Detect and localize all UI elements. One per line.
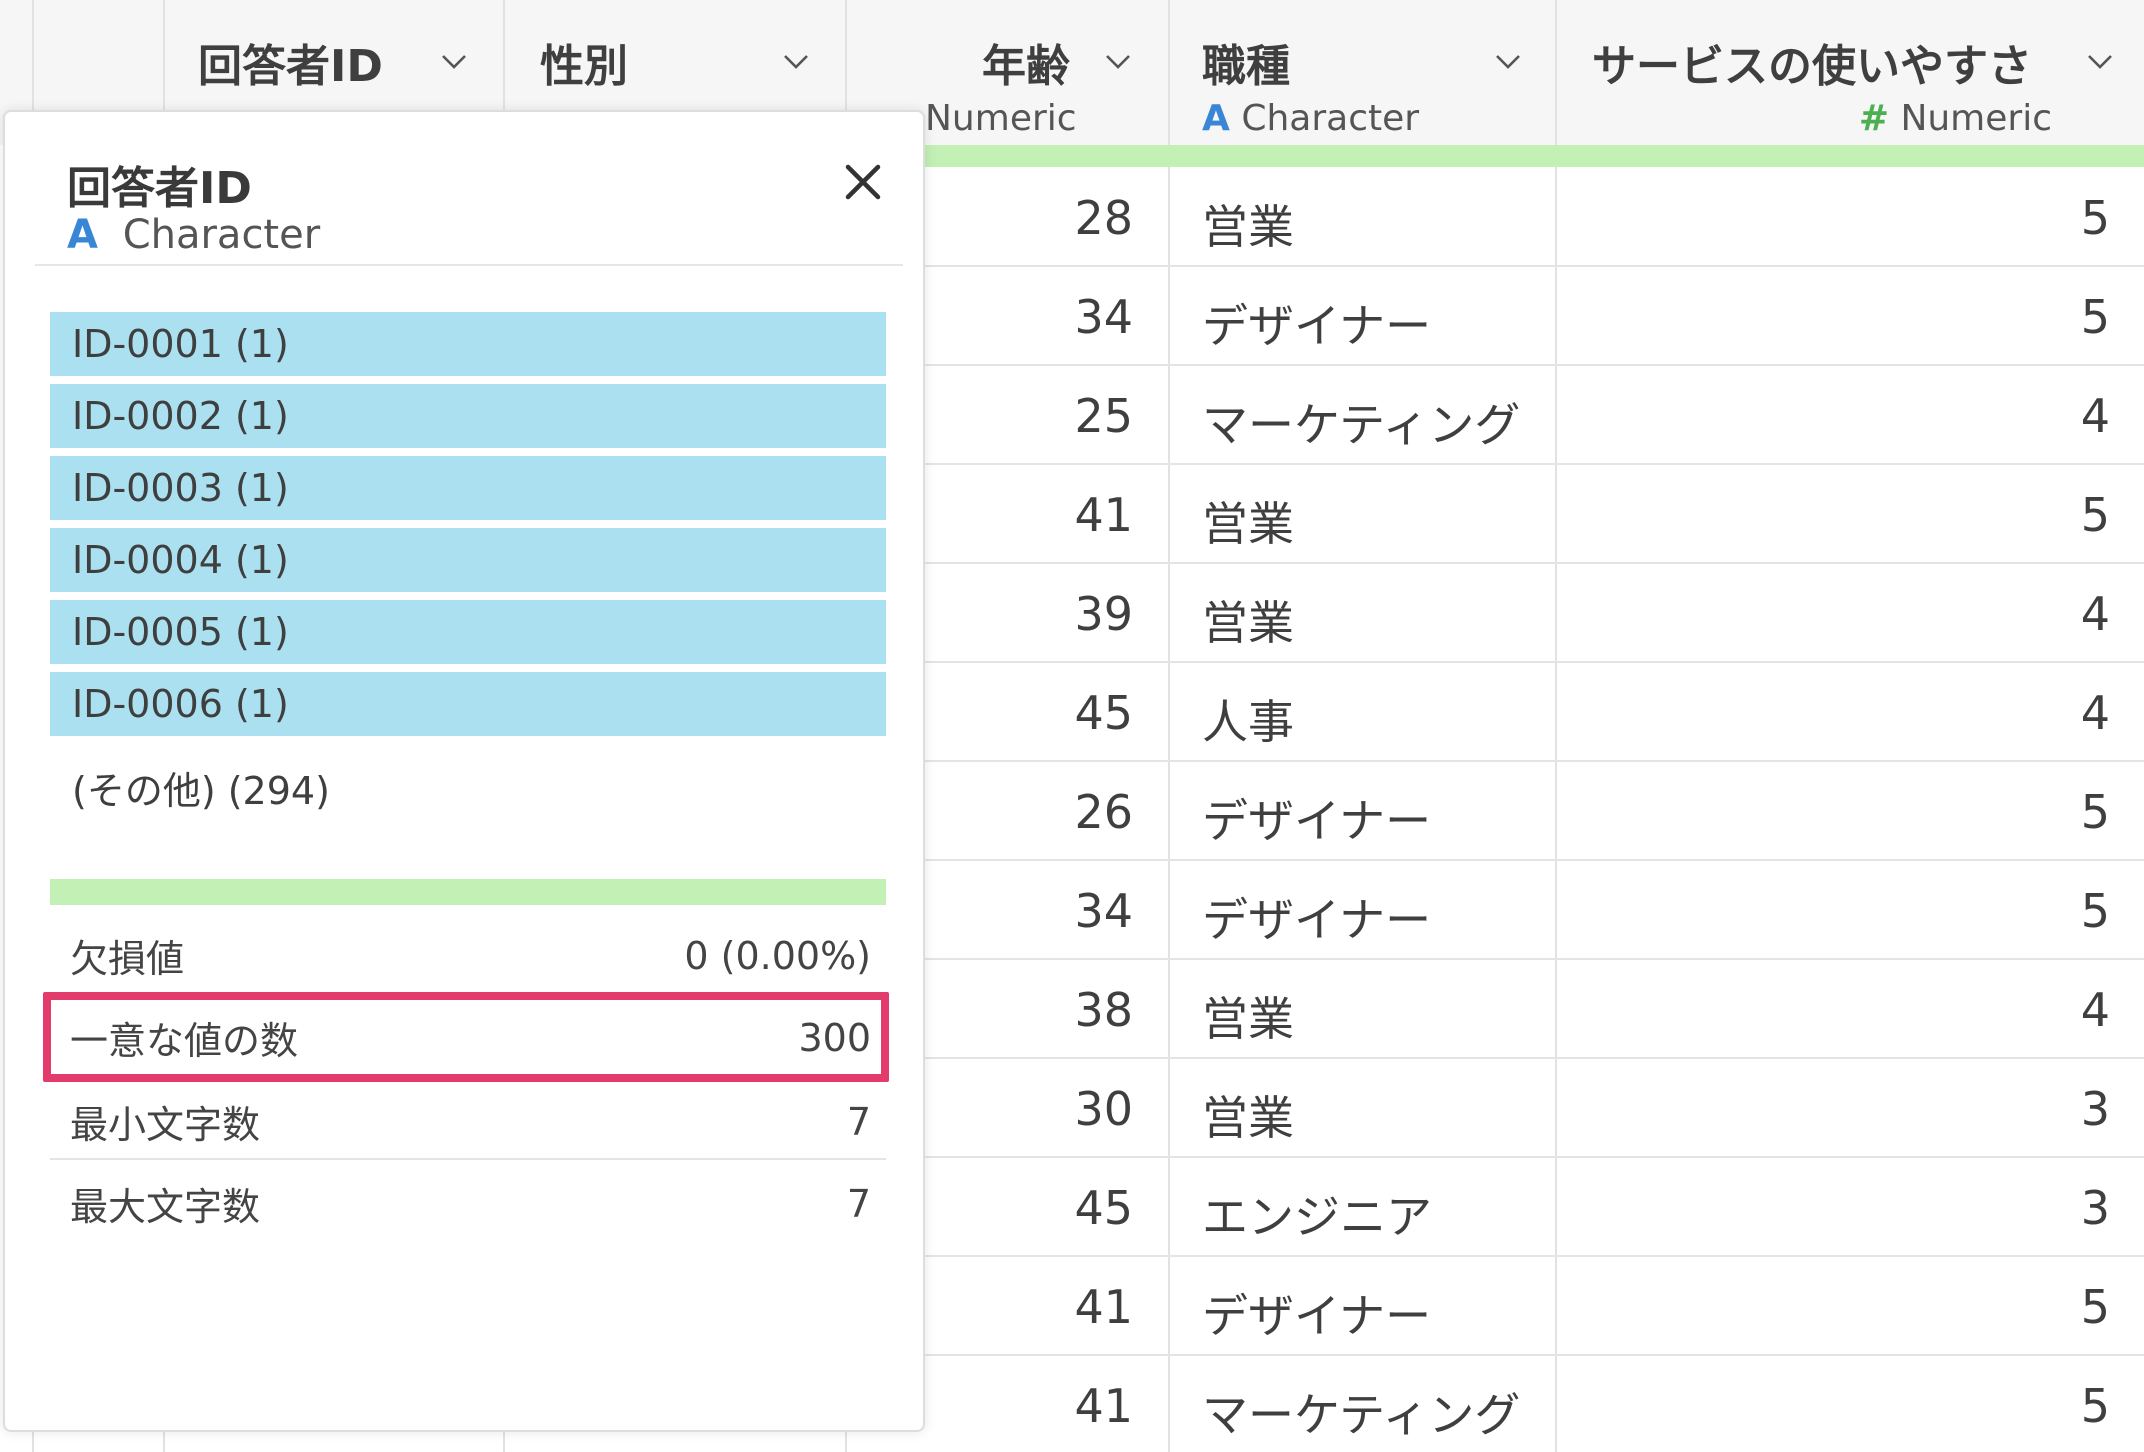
column-summary-panel: 回答者ID A Character ID-0001 (1) ID-0002 (1…	[3, 110, 925, 1432]
chevron-down-icon[interactable]	[441, 48, 467, 74]
cell-job[interactable]: 営業	[1202, 983, 1294, 1049]
cell-ease-of-use[interactable]: 4	[2081, 389, 2110, 443]
cell-ease-of-use[interactable]: 3	[2081, 1181, 2110, 1235]
column-type-label: Character	[1241, 98, 1420, 139]
value-frequency-bar[interactable]: ID-0006 (1)	[50, 672, 886, 736]
chevron-down-icon[interactable]	[783, 48, 809, 74]
cell-job[interactable]: マーケティング	[1202, 1379, 1520, 1445]
value-frequency-bar[interactable]: ID-0002 (1)	[50, 384, 886, 448]
column-name: サービスの使いやすさ	[1592, 41, 2032, 92]
row-divider	[925, 265, 2144, 267]
cell-ease-of-use[interactable]: 4	[2081, 983, 2110, 1037]
cell-job[interactable]: 営業	[1202, 488, 1294, 554]
panel-type-label: Character	[122, 212, 321, 258]
cell-job[interactable]: デザイナー	[1202, 785, 1431, 851]
other-values-label: (その他) (294)	[72, 769, 330, 813]
cell-job[interactable]: 人事	[1202, 686, 1294, 752]
row-divider	[925, 958, 2144, 960]
panel-data-quality-bar	[50, 879, 886, 905]
column-type: A Character	[1202, 98, 1419, 139]
data-quality-bar	[925, 145, 2144, 167]
value-frequency-bar[interactable]: ID-0005 (1)	[50, 600, 886, 664]
cell-age[interactable]: 34	[1074, 884, 1133, 938]
stat-label-max-length: 最大文字数	[70, 1185, 261, 1229]
cell-age[interactable]: 39	[1074, 587, 1133, 641]
stat-label-missing: 欠損値	[70, 937, 185, 981]
cell-age[interactable]: 30	[1074, 1082, 1133, 1136]
chevron-down-icon[interactable]	[1105, 48, 1131, 74]
cell-ease-of-use[interactable]: 3	[2081, 1082, 2110, 1136]
row-divider	[925, 463, 2144, 465]
cell-ease-of-use[interactable]: 5	[2081, 785, 2110, 839]
cell-ease-of-use[interactable]: 5	[2081, 1379, 2110, 1433]
data-grid-view: 回答者ID 性別 年齢 Numeric 職種 A Character サービスの…	[0, 0, 2144, 1452]
column-separator	[1555, 0, 1557, 1452]
stat-value-max-length: 7	[846, 1182, 871, 1226]
chevron-down-icon[interactable]	[2087, 48, 2113, 74]
panel-column-type: A Character	[67, 212, 320, 258]
cell-age[interactable]: 26	[1074, 785, 1133, 839]
cell-job[interactable]: エンジニア	[1202, 1181, 1432, 1247]
cell-ease-of-use[interactable]: 5	[2081, 290, 2110, 344]
cell-age[interactable]: 34	[1074, 290, 1133, 344]
cell-ease-of-use[interactable]: 5	[2081, 884, 2110, 938]
cell-ease-of-use[interactable]: 4	[2081, 587, 2110, 641]
column-name: 性別	[540, 41, 628, 92]
column-header-job[interactable]: 職種 A Character	[1170, 0, 1557, 145]
chevron-down-icon[interactable]	[1495, 48, 1521, 74]
panel-divider	[35, 264, 903, 266]
column-type: Numeric	[925, 98, 1077, 139]
close-icon[interactable]	[838, 157, 888, 207]
cell-age[interactable]: 45	[1074, 1181, 1133, 1235]
column-name: 年齢	[982, 41, 1070, 92]
value-frequency-bar[interactable]: ID-0001 (1)	[50, 312, 886, 376]
column-type-label: Numeric	[925, 98, 1077, 139]
row-divider	[925, 1156, 2144, 1158]
cell-job[interactable]: 営業	[1202, 587, 1294, 653]
stat-value-missing: 0 (0.00%)	[684, 934, 871, 978]
cell-age[interactable]: 41	[1074, 488, 1133, 542]
row-divider	[925, 661, 2144, 663]
cell-age[interactable]: 25	[1074, 389, 1133, 443]
cell-job[interactable]: デザイナー	[1202, 1280, 1431, 1346]
row-divider	[925, 1255, 2144, 1257]
cell-job[interactable]: デザイナー	[1202, 290, 1431, 356]
column-separator	[1168, 0, 1170, 1452]
row-divider	[925, 1354, 2144, 1356]
column-name: 回答者ID	[198, 41, 383, 92]
character-type-icon: A	[67, 212, 98, 258]
column-type-label: Numeric	[1900, 98, 2052, 139]
cell-ease-of-use[interactable]: 5	[2081, 191, 2110, 245]
cell-job[interactable]: マーケティング	[1202, 389, 1520, 455]
character-type-icon: A	[1202, 98, 1230, 139]
cell-ease-of-use[interactable]: 5	[2081, 1280, 2110, 1334]
value-frequency-bar[interactable]: ID-0004 (1)	[50, 528, 886, 592]
row-divider	[925, 364, 2144, 366]
row-divider	[925, 562, 2144, 564]
cell-age[interactable]: 41	[1074, 1379, 1133, 1433]
stat-divider	[50, 1158, 886, 1160]
cell-job[interactable]: 営業	[1202, 1082, 1294, 1148]
row-divider	[925, 1057, 2144, 1059]
cell-job[interactable]: デザイナー	[1202, 884, 1431, 950]
row-divider	[925, 859, 2144, 861]
cell-ease-of-use[interactable]: 5	[2081, 488, 2110, 542]
stat-value-min-length: 7	[846, 1100, 871, 1144]
cell-ease-of-use[interactable]: 4	[2081, 686, 2110, 740]
panel-title: 回答者ID	[67, 163, 252, 214]
numeric-type-icon: #	[1858, 98, 1889, 139]
highlight-box	[43, 992, 889, 1082]
value-frequency-bar[interactable]: ID-0003 (1)	[50, 456, 886, 520]
column-name: 職種	[1202, 41, 1290, 92]
column-type: # Numeric	[1859, 98, 2052, 139]
row-divider	[925, 760, 2144, 762]
cell-job[interactable]: 営業	[1202, 191, 1294, 257]
cell-age[interactable]: 38	[1074, 983, 1133, 1037]
cell-age[interactable]: 45	[1074, 686, 1133, 740]
stat-label-min-length: 最小文字数	[70, 1103, 261, 1147]
cell-age[interactable]: 41	[1074, 1280, 1133, 1334]
cell-age[interactable]: 28	[1074, 191, 1133, 245]
column-header-ease-of-use[interactable]: サービスの使いやすさ # Numeric	[1557, 0, 2144, 145]
